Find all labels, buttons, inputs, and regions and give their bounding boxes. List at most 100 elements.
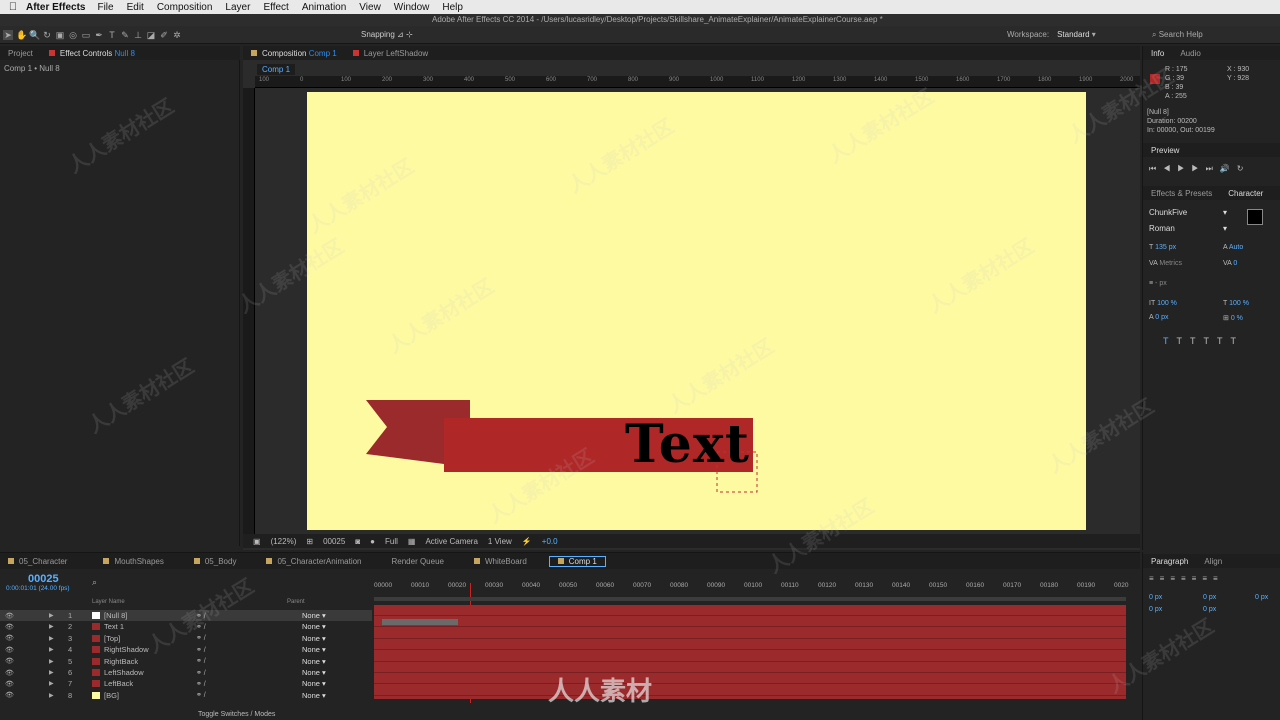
parent-dropdown[interactable]: None ▾ (302, 645, 326, 654)
tsume-field[interactable]: ⊞ 0 % (1223, 314, 1243, 322)
eye-icon[interactable]: 👁 (5, 646, 14, 654)
eye-icon[interactable]: 👁 (5, 669, 14, 677)
composition-canvas[interactable]: Text (307, 92, 1086, 530)
space-before-field[interactable]: 0 px (1149, 606, 1162, 613)
menu-window[interactable]: Window (394, 2, 430, 13)
menu-composition[interactable]: Composition (157, 2, 213, 13)
layer-name[interactable]: RightBack (104, 657, 138, 666)
layer-color-label[interactable] (92, 612, 100, 619)
layer-row[interactable]: 👁 ▶ 8 [BG] ⚭ / None ▾ (0, 690, 372, 701)
zoom-dropdown[interactable]: (122%) (271, 537, 297, 546)
toggle-switches-modes[interactable]: Toggle Switches / Modes (198, 711, 275, 718)
search-help[interactable]: ⌕ Search Help (1152, 30, 1203, 40)
roto-brush-tool-icon[interactable]: ✐ (159, 30, 169, 40)
app-name[interactable]: After Effects (26, 2, 85, 13)
menu-help[interactable]: Help (442, 2, 463, 13)
pen-tool-icon[interactable]: ✒ (94, 30, 104, 40)
layer-name[interactable]: [Null 8] (104, 611, 127, 620)
timeline-search-icon[interactable]: ⌕ (92, 577, 97, 588)
grid-icon[interactable]: ⊞ (306, 537, 313, 546)
parent-dropdown[interactable]: None ▾ (302, 622, 326, 631)
puppet-tool-icon[interactable]: ✲ (172, 30, 182, 40)
font-style-dropdown[interactable]: Roman ▾ (1149, 224, 1227, 235)
eraser-tool-icon[interactable]: ◪ (146, 30, 156, 40)
zoom-tool-icon[interactable]: 🔍 (29, 30, 40, 40)
layer-row[interactable]: 👁 ▶ 7 LeftBack ⚭ / None ▾ (0, 678, 372, 689)
layer-name[interactable]: RightShadow (104, 645, 149, 654)
snapping-toggle[interactable]: Snapping ⊿ ⊹ (361, 30, 413, 39)
switches[interactable]: ⚭ / (196, 680, 206, 688)
selection-tool-icon[interactable]: ➤ (3, 29, 13, 40)
switches[interactable]: ⚭ / (196, 623, 206, 631)
layer-name[interactable]: [BG] (104, 691, 119, 700)
switches[interactable]: ⚭ / (196, 646, 206, 654)
baseline-shift-field[interactable]: A 0 px (1149, 314, 1168, 321)
menu-animation[interactable]: Animation (302, 2, 346, 13)
font-family-dropdown[interactable]: ChunkFive ▾ (1149, 208, 1227, 219)
indent-right-field[interactable]: 0 px (1203, 594, 1216, 601)
switches[interactable]: ⚭ / (196, 691, 206, 699)
tab-audio[interactable]: Audio (1172, 49, 1208, 58)
eye-icon[interactable]: 👁 (5, 612, 14, 620)
layer-color-label[interactable] (92, 691, 100, 699)
twirl-icon[interactable]: ▶ (49, 692, 54, 699)
tab-align[interactable]: Align (1196, 557, 1230, 566)
tab-composition[interactable]: Composition Comp 1 (243, 49, 345, 58)
twirl-icon[interactable]: ▶ (49, 658, 54, 665)
parent-dropdown[interactable]: None ▾ (302, 657, 326, 666)
indent-left-field[interactable]: 0 px (1149, 594, 1162, 601)
twirl-icon[interactable]: ▶ (49, 612, 54, 619)
parent-dropdown[interactable]: None ▾ (302, 679, 326, 688)
kerning-field[interactable]: VA Metrics (1149, 260, 1182, 267)
apple-icon[interactable]:  (0, 1, 26, 13)
menu-view[interactable]: View (359, 2, 381, 13)
parent-dropdown[interactable]: None ▾ (302, 634, 326, 643)
parent-dropdown[interactable]: None ▾ (302, 691, 326, 700)
camera-dropdown[interactable]: Active Camera (425, 537, 477, 546)
twirl-icon[interactable]: ▶ (49, 669, 54, 676)
tab-mouthshapes[interactable]: MouthShapes (95, 557, 171, 566)
tab-whiteboard[interactable]: WhiteBoard (466, 557, 535, 566)
resolution-dropdown[interactable]: Full (385, 537, 398, 546)
layer-color-label[interactable] (92, 623, 100, 631)
layer-color-label[interactable] (92, 657, 100, 665)
layer-name[interactable]: LeftShadow (104, 668, 144, 677)
col-parent[interactable]: Parent (287, 599, 305, 605)
eye-icon[interactable]: 👁 (5, 680, 14, 688)
layer-row[interactable]: 👁 ▶ 3 [Top] ⚭ / None ▾ (0, 633, 372, 644)
eye-icon[interactable]: 👁 (5, 657, 14, 665)
tab-05-character[interactable]: 05_Character (0, 557, 75, 566)
comp-breadcrumb[interactable]: Comp 1 (257, 64, 296, 75)
tab-info[interactable]: Info (1143, 49, 1172, 58)
twirl-icon[interactable]: ▶ (49, 635, 54, 642)
leading-field[interactable]: A Auto (1223, 244, 1243, 251)
menu-edit[interactable]: Edit (127, 2, 144, 13)
tab-layer[interactable]: Layer LeftShadow (345, 49, 437, 58)
layer-row[interactable]: 👁 ▶ 6 LeftShadow ⚭ / None ▾ (0, 667, 372, 678)
viewer-options-icon[interactable]: ▣ (253, 537, 261, 546)
parent-dropdown[interactable]: None ▾ (302, 611, 326, 620)
eye-icon[interactable]: 👁 (5, 691, 14, 699)
workspace-selector[interactable]: Workspace: Standard ▾ (1007, 30, 1096, 39)
fill-color-swatch[interactable] (1247, 209, 1263, 225)
eye-icon[interactable]: 👁 (5, 623, 14, 631)
tab-effects-presets[interactable]: Effects & Presets (1143, 189, 1220, 198)
col-layer-name[interactable]: Layer Name (92, 599, 125, 605)
fast-previews-icon[interactable]: ⚡ (522, 537, 532, 546)
parent-dropdown[interactable]: None ▾ (302, 668, 326, 677)
tab-character[interactable]: Character (1220, 189, 1271, 198)
type-tool-icon[interactable]: T (107, 30, 117, 40)
layer-row[interactable]: 👁 ▶ 4 RightShadow ⚭ / None ▾ (0, 644, 372, 655)
camera-tool-icon[interactable]: ▣ (55, 30, 65, 40)
viewer-timecode[interactable]: 00025 (323, 537, 345, 546)
layer-name[interactable]: Text 1 (104, 622, 124, 631)
color-channel-icon[interactable]: ● (370, 537, 375, 546)
region-icon[interactable]: ▦ (408, 537, 416, 546)
paragraph-align-buttons[interactable]: ≡≡≡≡≡≡≡ (1149, 574, 1224, 583)
preview-controls[interactable]: ⏮◀▶▶⏭🔊↻ (1149, 164, 1250, 174)
indent-first-field[interactable]: 0 px (1255, 594, 1268, 601)
work-area-bar[interactable] (374, 597, 1126, 601)
twirl-icon[interactable]: ▶ (49, 623, 54, 630)
menu-file[interactable]: File (97, 2, 113, 13)
layer-row[interactable]: 👁 ▶ 1 [Null 8] ⚭ / None ▾ (0, 610, 372, 621)
